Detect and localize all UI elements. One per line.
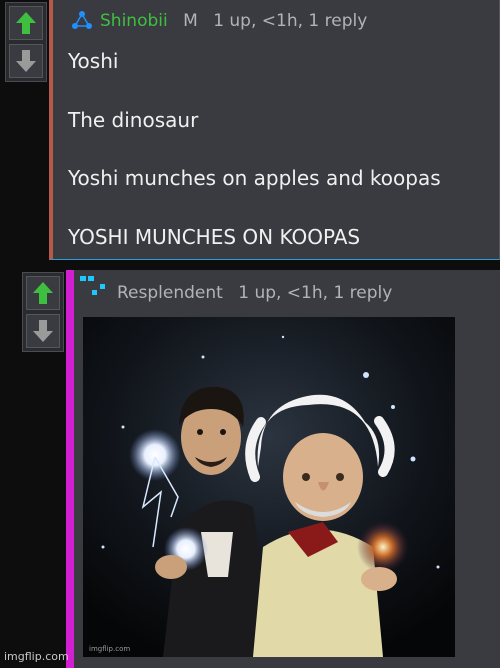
downvote-button[interactable] xyxy=(9,44,43,78)
upvote-button[interactable] xyxy=(9,6,43,40)
downvote-button[interactable] xyxy=(26,314,60,348)
username-link[interactable]: Shinobii xyxy=(100,11,168,31)
vote-box-comment2 xyxy=(22,272,64,352)
upvote-button[interactable] xyxy=(26,276,60,310)
vote-box-comment1 xyxy=(5,2,47,82)
arrow-up-icon xyxy=(33,282,53,304)
comment2-header: Resplendent 1 up, <1h, 1 reply xyxy=(117,283,392,303)
image-watermark: imgflip.com xyxy=(89,645,130,653)
comment-image[interactable]: imgflip.com xyxy=(83,317,455,657)
arrow-down-icon xyxy=(33,320,53,342)
arrow-down-icon xyxy=(16,50,36,72)
rank-icon xyxy=(80,276,105,295)
comment-text-line: Yoshi xyxy=(68,49,119,73)
arrow-up-icon xyxy=(16,12,36,34)
comment-text-line: The dinosaur xyxy=(68,108,199,132)
mod-rank-icon xyxy=(72,11,92,29)
comment-text-line: YOSHI MUNCHES ON KOOPAS xyxy=(68,225,361,249)
comment-text-line: Yoshi munches on apples and koopas xyxy=(68,166,441,190)
imgflip-watermark: imgflip.com xyxy=(4,650,69,663)
comment1-header: Shinobii M 1 up, <1h, 1 reply xyxy=(100,11,367,31)
comment-meta: 1 up, <1h, 1 reply xyxy=(238,283,393,303)
caricature-illustration: imgflip.com xyxy=(83,317,455,657)
mod-badge: M xyxy=(183,11,198,31)
username-link[interactable]: Resplendent xyxy=(117,283,223,303)
comment-meta: 1 up, <1h, 1 reply xyxy=(213,11,368,31)
